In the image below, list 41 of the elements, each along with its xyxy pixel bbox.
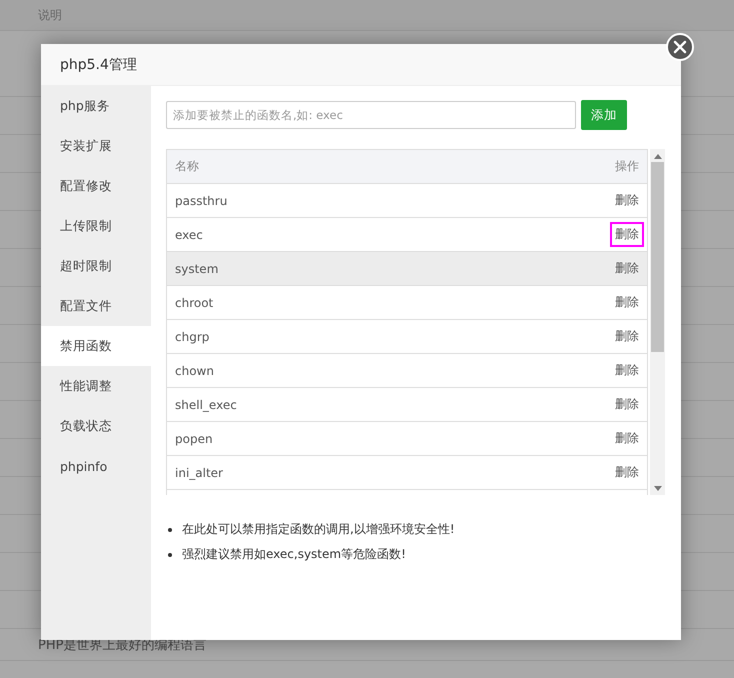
table-cell: system — [175, 262, 218, 276]
delete-link[interactable]: 删除 — [610, 290, 644, 315]
sidebar-item[interactable]: 配置文件 — [41, 286, 151, 326]
table-cell: chown — [175, 364, 214, 378]
column-header: 说明 — [38, 6, 62, 24]
scroll-up-icon[interactable] — [654, 154, 662, 159]
table-cell: chgrp — [175, 330, 210, 344]
table-cell: popen — [175, 432, 213, 446]
sidebar-item[interactable]: 上传限制 — [41, 206, 151, 246]
delete-link[interactable]: 删除 — [610, 358, 644, 383]
sidebar-item[interactable]: 超时限制 — [41, 246, 151, 286]
delete-link[interactable]: 删除 — [610, 392, 644, 417]
table-cell: passthru — [175, 194, 228, 208]
dialog-title: php5.4管理 — [41, 44, 681, 86]
close-icon[interactable] — [666, 33, 694, 61]
scroll-down-icon[interactable] — [654, 486, 662, 491]
table-cell: shell_exec — [175, 398, 237, 412]
bullet-icon — [168, 528, 172, 532]
delete-link[interactable]: 删除 — [610, 324, 644, 349]
note-text: 在此处可以禁用指定函数的调用,以增强环境安全性! — [182, 521, 455, 538]
delete-link[interactable]: 删除 — [610, 256, 644, 281]
sidebar-item[interactable]: php服务 — [41, 86, 151, 126]
scrollbar[interactable] — [650, 149, 665, 495]
sidebar-item[interactable]: phpinfo — [41, 446, 151, 486]
sidebar-item[interactable]: 性能调整 — [41, 366, 151, 406]
delete-link[interactable]: 删除 — [610, 188, 644, 213]
column-header: 操作 — [615, 158, 639, 175]
sidebar-item[interactable]: 禁用函数 — [41, 326, 151, 366]
table-cell: exec — [175, 228, 203, 242]
note-text: 强烈建议禁用如exec,system等危险函数! — [182, 546, 406, 563]
delete-link[interactable]: 删除 — [610, 460, 644, 485]
bullet-icon — [168, 552, 172, 556]
table-cell: chroot — [175, 296, 214, 310]
column-header: 名称 — [175, 158, 199, 175]
delete-link[interactable]: 删除 — [610, 222, 644, 247]
sidebar-item[interactable]: 负载状态 — [41, 406, 151, 446]
delete-link[interactable]: 删除 — [610, 426, 644, 451]
sidebar-item[interactable]: 配置修改 — [41, 166, 151, 206]
function-input-field[interactable]: 添加要被禁止的函数名,如: exec — [166, 101, 576, 129]
table-cell: ini_alter — [175, 466, 223, 480]
sidebar-item[interactable]: 安装扩展 — [41, 126, 151, 166]
